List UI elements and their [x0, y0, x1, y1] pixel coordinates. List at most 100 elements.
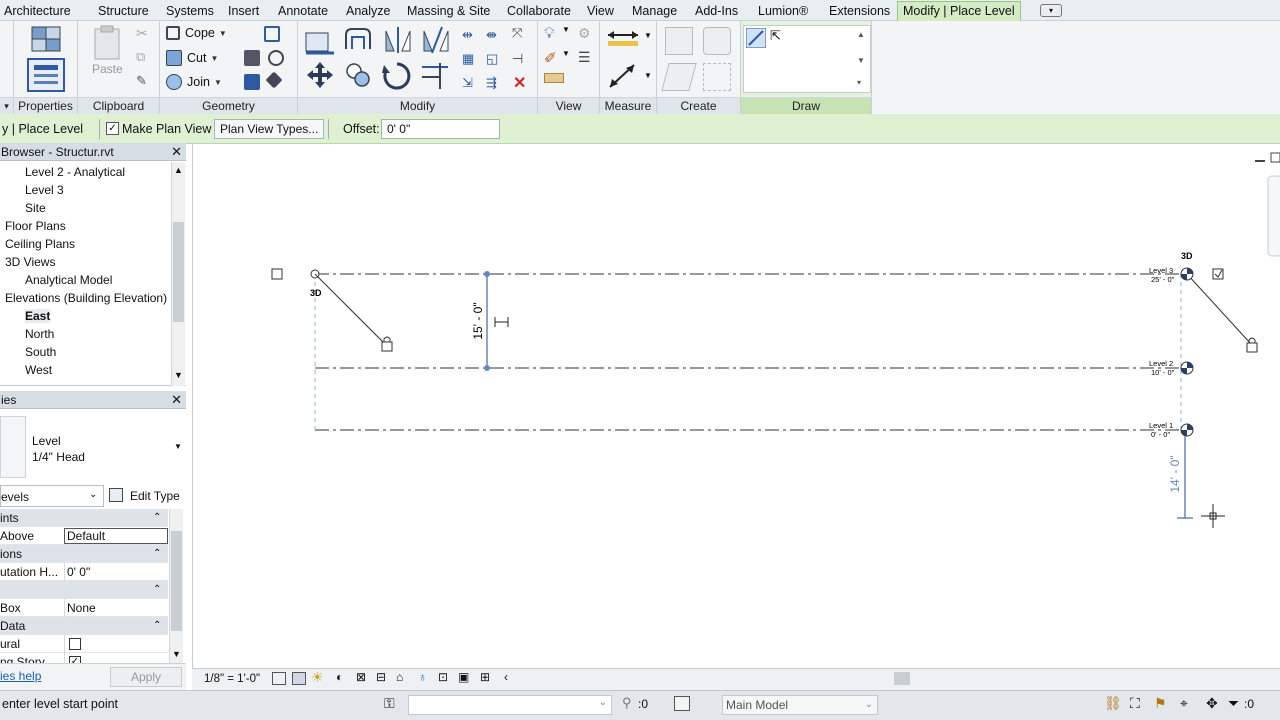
offset-input[interactable]: 0' 0": [381, 119, 500, 139]
property-row[interactable]: Above Default: [0, 527, 168, 545]
ribbon-minimize-icon[interactable]: ▾: [1040, 4, 1062, 17]
tree-item[interactable]: North: [25, 327, 54, 341]
hide-in-view-icon[interactable]: 💡︎: [544, 25, 555, 42]
level-2-head[interactable]: Level 2 10' - 0": [1149, 359, 1194, 377]
type-properties-icon[interactable]: [28, 25, 64, 55]
unpin-icon[interactable]: ⤧: [512, 25, 522, 41]
linework-icon[interactable]: ✐: [544, 49, 557, 67]
tab-lumion[interactable]: Lumion®: [756, 3, 810, 21]
cut-icon[interactable]: ✂: [136, 25, 148, 42]
tab-extensions[interactable]: Extensions: [827, 3, 892, 21]
create-group-icon[interactable]: [661, 63, 697, 91]
view-restore-icon[interactable]: [1270, 152, 1280, 163]
property-value[interactable]: None: [64, 599, 168, 617]
split-gap-icon[interactable]: ⇼: [486, 27, 497, 43]
project-browser-scrollbar[interactable]: ▲ ▼: [171, 162, 185, 386]
properties-help-link[interactable]: ies help: [0, 669, 41, 683]
property-category[interactable]: ints ⌃: [0, 509, 168, 527]
view-minimize-icon[interactable]: [1255, 160, 1265, 162]
select-by-face-icon[interactable]: ⌖: [1180, 695, 1188, 712]
temporary-hide-icon[interactable]: ♁: [418, 670, 427, 684]
dimension-dropdown-icon[interactable]: ▼: [644, 71, 652, 80]
tab-structure[interactable]: Structure: [96, 3, 151, 21]
draw-scroll-up-icon[interactable]: ▲: [857, 30, 865, 39]
select-underlay-icon[interactable]: ⛶: [1130, 695, 1140, 712]
tab-massing-site[interactable]: Massing & Site: [405, 3, 492, 21]
property-checkbox[interactable]: [69, 638, 81, 650]
aligned-dimension-icon[interactable]: [606, 61, 640, 91]
tree-item[interactable]: South: [25, 345, 56, 359]
dimension-end-top-icon[interactable]: [484, 271, 490, 277]
collapse-category-icon[interactable]: ⌃: [153, 545, 161, 563]
line-style-icon[interactable]: ☰: [578, 49, 591, 66]
dimension-permanent-icon[interactable]: [494, 317, 509, 327]
tab-add-ins[interactable]: Add-Ins: [693, 3, 740, 21]
properties-scroll-thumb[interactable]: [171, 531, 182, 631]
properties-scroll-down-icon[interactable]: ▼: [172, 649, 181, 659]
cope-button[interactable]: Cope ▼: [166, 26, 227, 40]
scale-icon[interactable]: ◱: [486, 51, 498, 67]
copy-icon[interactable]: ⧉: [136, 49, 145, 65]
shadows-icon[interactable]: ◐: [336, 670, 343, 684]
mirror-draw-axis-icon[interactable]: [420, 25, 450, 55]
tree-item[interactable]: Ceiling Plans: [5, 237, 75, 251]
label-3d-right[interactable]: 3D: [1181, 251, 1193, 261]
tree-item[interactable]: 3D Views: [5, 255, 55, 269]
tree-item[interactable]: West: [25, 363, 52, 377]
property-value[interactable]: 0' 0": [64, 563, 168, 581]
type-selector[interactable]: Level 1/4" Head ▼: [0, 410, 186, 484]
make-plan-view-checkbox[interactable]: ✓: [106, 122, 119, 135]
detail-level-icon[interactable]: [272, 672, 286, 685]
collapse-category-icon[interactable]: ⌃: [153, 617, 161, 635]
editable-only-icon[interactable]: ⚲: [622, 695, 632, 711]
tree-item[interactable]: Floor Plans: [5, 219, 66, 233]
unlocked-3d-view-icon[interactable]: ⌂: [396, 670, 403, 684]
show-crop-region-icon[interactable]: ⊟: [376, 670, 386, 684]
wall-joins-icon[interactable]: [244, 50, 260, 66]
paint-icon[interactable]: [268, 50, 284, 66]
properties-scrollbar[interactable]: ▼: [169, 509, 183, 663]
tab-architecture[interactable]: Architecture: [2, 3, 73, 21]
property-category[interactable]: Data ⌃: [0, 617, 168, 635]
property-value[interactable]: ✓: [64, 653, 168, 663]
demolish-icon[interactable]: [244, 74, 260, 90]
tree-item[interactable]: Level 2 - Analytical: [25, 165, 125, 179]
visual-style-icon[interactable]: [292, 672, 306, 685]
lock-icon-right[interactable]: [1246, 337, 1258, 353]
property-category[interactable]: ⌃: [0, 581, 168, 599]
tab-manage[interactable]: Manage: [630, 3, 679, 21]
split-element-icon[interactable]: ⇹: [462, 27, 473, 43]
move-icon[interactable]: [306, 61, 334, 89]
property-value[interactable]: [64, 635, 168, 653]
project-browser-close-icon[interactable]: ✕: [171, 143, 182, 161]
tree-item[interactable]: Level 3: [25, 183, 64, 197]
create-assembly-icon[interactable]: [665, 27, 693, 55]
crop-view-icon[interactable]: ⊠: [356, 670, 366, 684]
plan-view-types-button[interactable]: Plan View Types...: [214, 119, 325, 139]
create-similar-icon[interactable]: [703, 63, 731, 91]
navigation-bar[interactable]: [1267, 175, 1280, 257]
tab-analyze[interactable]: Analyze: [344, 3, 392, 21]
worksets-icon[interactable]: ⚿: [384, 695, 395, 712]
apply-button[interactable]: Apply: [110, 667, 182, 687]
view-scale[interactable]: 1/8" = 1'-0": [204, 673, 260, 685]
paste-button-label[interactable]: Paste: [92, 62, 123, 76]
align-icon[interactable]: [304, 25, 336, 55]
sun-path-icon[interactable]: ☀: [311, 669, 324, 686]
elevation-view[interactable]: 3D 15' - 0" 3D Level 3 25' - 0" Level 2: [193, 144, 1280, 668]
lock-icon-left[interactable]: [381, 336, 393, 352]
property-category[interactable]: ions ⌃: [0, 545, 168, 563]
properties-close-icon[interactable]: ✕: [171, 391, 182, 409]
level-1-name[interactable]: Level 1: [1149, 421, 1173, 430]
design-option-select[interactable]: Main Model ⌄: [722, 695, 878, 715]
property-checkbox[interactable]: ✓: [69, 656, 81, 663]
drag-elements-icon[interactable]: ✥: [1206, 695, 1218, 712]
collapse-category-icon[interactable]: ⌃: [153, 509, 161, 527]
tree-item[interactable]: Site: [25, 201, 46, 215]
level-1-elevation[interactable]: 0' - 0": [1151, 430, 1170, 439]
measure-icon[interactable]: [606, 27, 642, 51]
level-2-name[interactable]: Level 2: [1149, 359, 1173, 368]
property-row[interactable]: Box None: [0, 599, 168, 617]
collapse-category-icon[interactable]: ⌃: [153, 581, 161, 599]
draw-scroll-down-icon[interactable]: ▼: [857, 56, 865, 65]
